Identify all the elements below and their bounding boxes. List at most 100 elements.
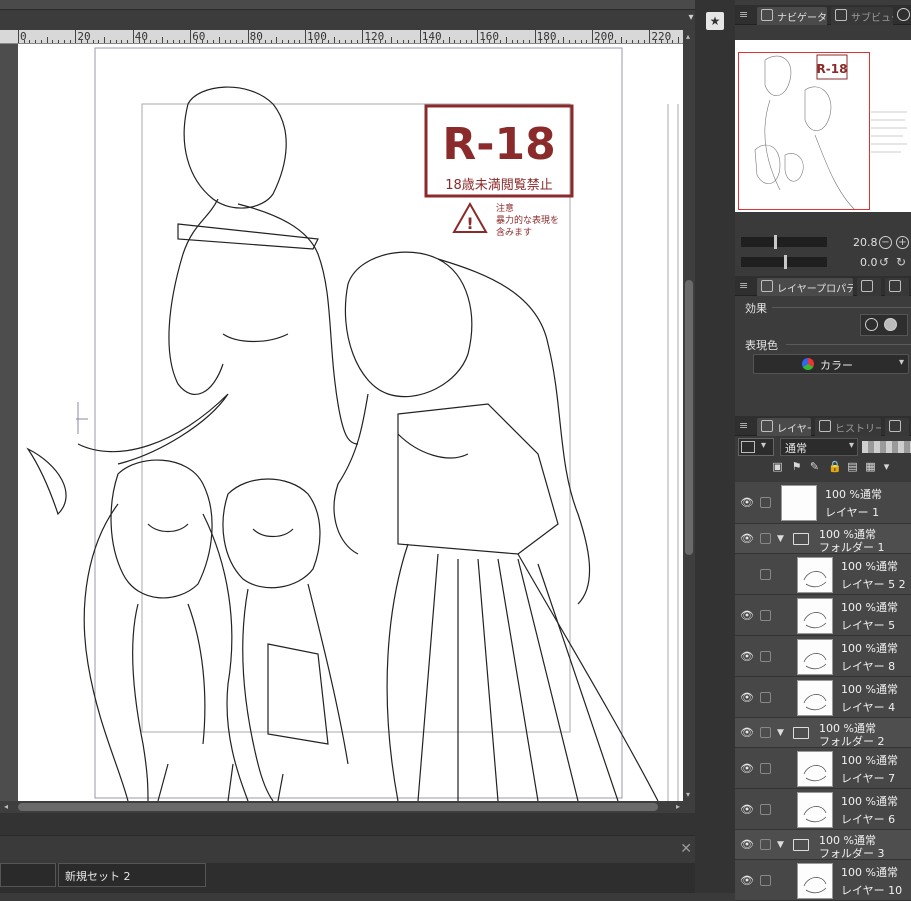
eye-icon[interactable]: 👁 <box>740 838 754 851</box>
star-icon[interactable]: ★ <box>706 12 724 30</box>
layer-checkbox[interactable] <box>760 568 771 580</box>
eye-icon[interactable]: 👁 <box>740 609 754 622</box>
lock-alpha-icon[interactable]: ▤ <box>846 460 859 473</box>
effect-border-icon[interactable] <box>865 318 878 331</box>
layer-checkbox[interactable] <box>760 762 771 774</box>
layer-row[interactable]: 👁 100 %通常 レイヤー 7 <box>735 748 911 789</box>
layer-folder-row[interactable]: 👁 ▼ 100 %通常 フォルダー 2 <box>735 718 911 748</box>
zoom-in-icon[interactable]: + <box>896 236 909 249</box>
folder-expand-icon[interactable]: ▼ <box>777 534 784 544</box>
ruler-minor-tick <box>167 40 169 43</box>
layer-checkbox[interactable] <box>760 874 771 886</box>
ruler-minor-tick <box>81 40 83 43</box>
tab-layer[interactable]: レイヤー <box>757 418 811 436</box>
folder-name: フォルダー 1 <box>819 541 885 554</box>
drawing-canvas[interactable]: R-18 18歳未満閲覧禁止 ! 注意 暴力的な表現を 含みます <box>18 44 683 801</box>
layer-checkbox[interactable] <box>760 727 771 738</box>
ruler-minor-tick <box>385 40 387 43</box>
reference-icon[interactable]: ⚑ <box>790 460 803 473</box>
scroll-down-icon[interactable]: ▾ <box>686 790 690 799</box>
rotate-right-icon[interactable]: ↻ <box>896 255 906 269</box>
vertical-scroll-thumb[interactable] <box>685 280 693 555</box>
tab-extra-3[interactable] <box>885 418 909 436</box>
blend-mode-select[interactable]: 通常 ▾ <box>780 438 858 456</box>
navigator-view-frame[interactable] <box>738 52 870 210</box>
search-icon[interactable] <box>897 8 910 21</box>
ruler-minor-tick <box>224 40 226 43</box>
folder-expand-icon[interactable]: ▼ <box>777 840 784 850</box>
eye-icon[interactable]: 👁 <box>740 496 754 509</box>
tab-subview[interactable]: サブビュー <box>831 7 893 25</box>
draft-icon[interactable]: ✎ <box>808 460 821 473</box>
layer-row[interactable]: 👁 100 %通常 レイヤー 8 <box>735 636 911 677</box>
ruler-minor-tick <box>459 40 461 43</box>
layer-name: レイヤー 1 <box>825 506 880 519</box>
layer-folder-row[interactable]: 👁 ▼ 100 %通常 フォルダー 3 <box>735 830 911 860</box>
layer-checkbox[interactable] <box>760 497 771 508</box>
layer-checkbox[interactable] <box>760 650 771 662</box>
folder-expand-icon[interactable]: ▼ <box>777 728 784 738</box>
panel-menu-icon[interactable]: ≡ <box>739 419 748 432</box>
rotate-left-icon[interactable]: ↺ <box>879 255 889 269</box>
tab-extra-2[interactable] <box>885 278 909 296</box>
zoom-out-icon[interactable]: − <box>879 236 892 249</box>
eye-icon[interactable]: 👁 <box>740 803 754 816</box>
more-icon[interactable]: ▾ <box>880 460 893 473</box>
rotate-slider-knob[interactable] <box>784 255 787 269</box>
layer-checkbox[interactable] <box>760 533 771 544</box>
opacity-slider[interactable] <box>862 441 911 453</box>
eye-icon[interactable]: 👁 <box>740 726 754 739</box>
ruler-minor-tick <box>672 40 674 43</box>
horizontal-ruler: 0 20 40 60 80 100 120 140 160 180 200 220 <box>0 30 683 44</box>
eye-icon[interactable]: 👁 <box>740 874 754 887</box>
tab-extra-1[interactable] <box>857 278 881 296</box>
tab-layer-property[interactable]: レイヤープロパティ <box>757 278 853 296</box>
eye-icon[interactable] <box>740 568 754 580</box>
layer-checkbox[interactable] <box>760 839 771 850</box>
layer-folder-row[interactable]: 👁 ▼ 100 %通常 フォルダー 1 <box>735 524 911 554</box>
layer-row[interactable]: 👁 100 %通常 レイヤー 4 <box>735 677 911 718</box>
eye-icon[interactable]: 👁 <box>740 532 754 545</box>
ruler-minor-tick <box>58 40 60 43</box>
panel-menu-icon[interactable]: ≡ <box>739 8 748 21</box>
layer-thumbnail <box>797 750 833 787</box>
layer-checkbox[interactable] <box>760 609 771 621</box>
layer-row[interactable]: 100 %通常 レイヤー 5 2 <box>735 554 911 595</box>
layer-row[interactable]: 👁 100 %通常 レイヤー 10 <box>735 860 911 901</box>
layer-row[interactable]: 👁 100 %通常 レイヤー 1 <box>735 482 911 524</box>
effect-tone-icon[interactable] <box>884 318 897 331</box>
layer-checkbox[interactable] <box>760 803 771 815</box>
horizontal-scroll-thumb[interactable] <box>18 803 658 811</box>
zoom-slider[interactable] <box>741 237 827 247</box>
ruler-minor-tick <box>603 40 605 43</box>
ruler-minor-tick <box>253 40 255 43</box>
scroll-left-icon[interactable]: ◂ <box>4 802 8 811</box>
ruler-major-tick <box>18 30 19 43</box>
close-icon[interactable]: ✕ <box>680 841 692 857</box>
eye-icon[interactable]: 👁 <box>740 650 754 663</box>
layer-row[interactable]: 👁 100 %通常 レイヤー 6 <box>735 789 911 830</box>
tab-navigator[interactable]: ナビゲーター <box>757 7 827 25</box>
layer-color-swatch[interactable]: ▾ <box>738 438 774 456</box>
expression-color-select[interactable]: カラー ▾ <box>753 354 909 374</box>
clip-icon[interactable]: ▣ <box>771 460 784 473</box>
ruler-minor-tick <box>431 40 433 43</box>
mask-icon[interactable]: ▦ <box>864 460 877 473</box>
set-tab-1[interactable] <box>0 863 56 887</box>
ruler-minor-tick <box>218 37 220 43</box>
lock-icon[interactable]: 🔒 <box>828 460 842 473</box>
layer-checkbox[interactable] <box>760 691 771 703</box>
scroll-right-icon[interactable]: ▸ <box>676 802 680 811</box>
eye-icon[interactable]: 👁 <box>740 762 754 775</box>
ruler-major-tick <box>649 30 651 43</box>
panel-menu-icon[interactable]: ≡ <box>739 279 748 292</box>
ruler-minor-tick <box>597 40 599 43</box>
eye-icon[interactable]: 👁 <box>740 691 754 704</box>
scroll-up-icon[interactable]: ▴ <box>686 32 690 41</box>
set-tab-new-set-2[interactable]: 新規セット 2 <box>58 863 206 887</box>
zoom-slider-knob[interactable] <box>774 235 777 249</box>
layer-row[interactable]: 👁 100 %通常 レイヤー 5 <box>735 595 911 636</box>
ruler-label: 60 <box>192 30 206 43</box>
folder-icon <box>793 839 809 851</box>
tab-history[interactable]: ヒストリー <box>815 418 881 436</box>
